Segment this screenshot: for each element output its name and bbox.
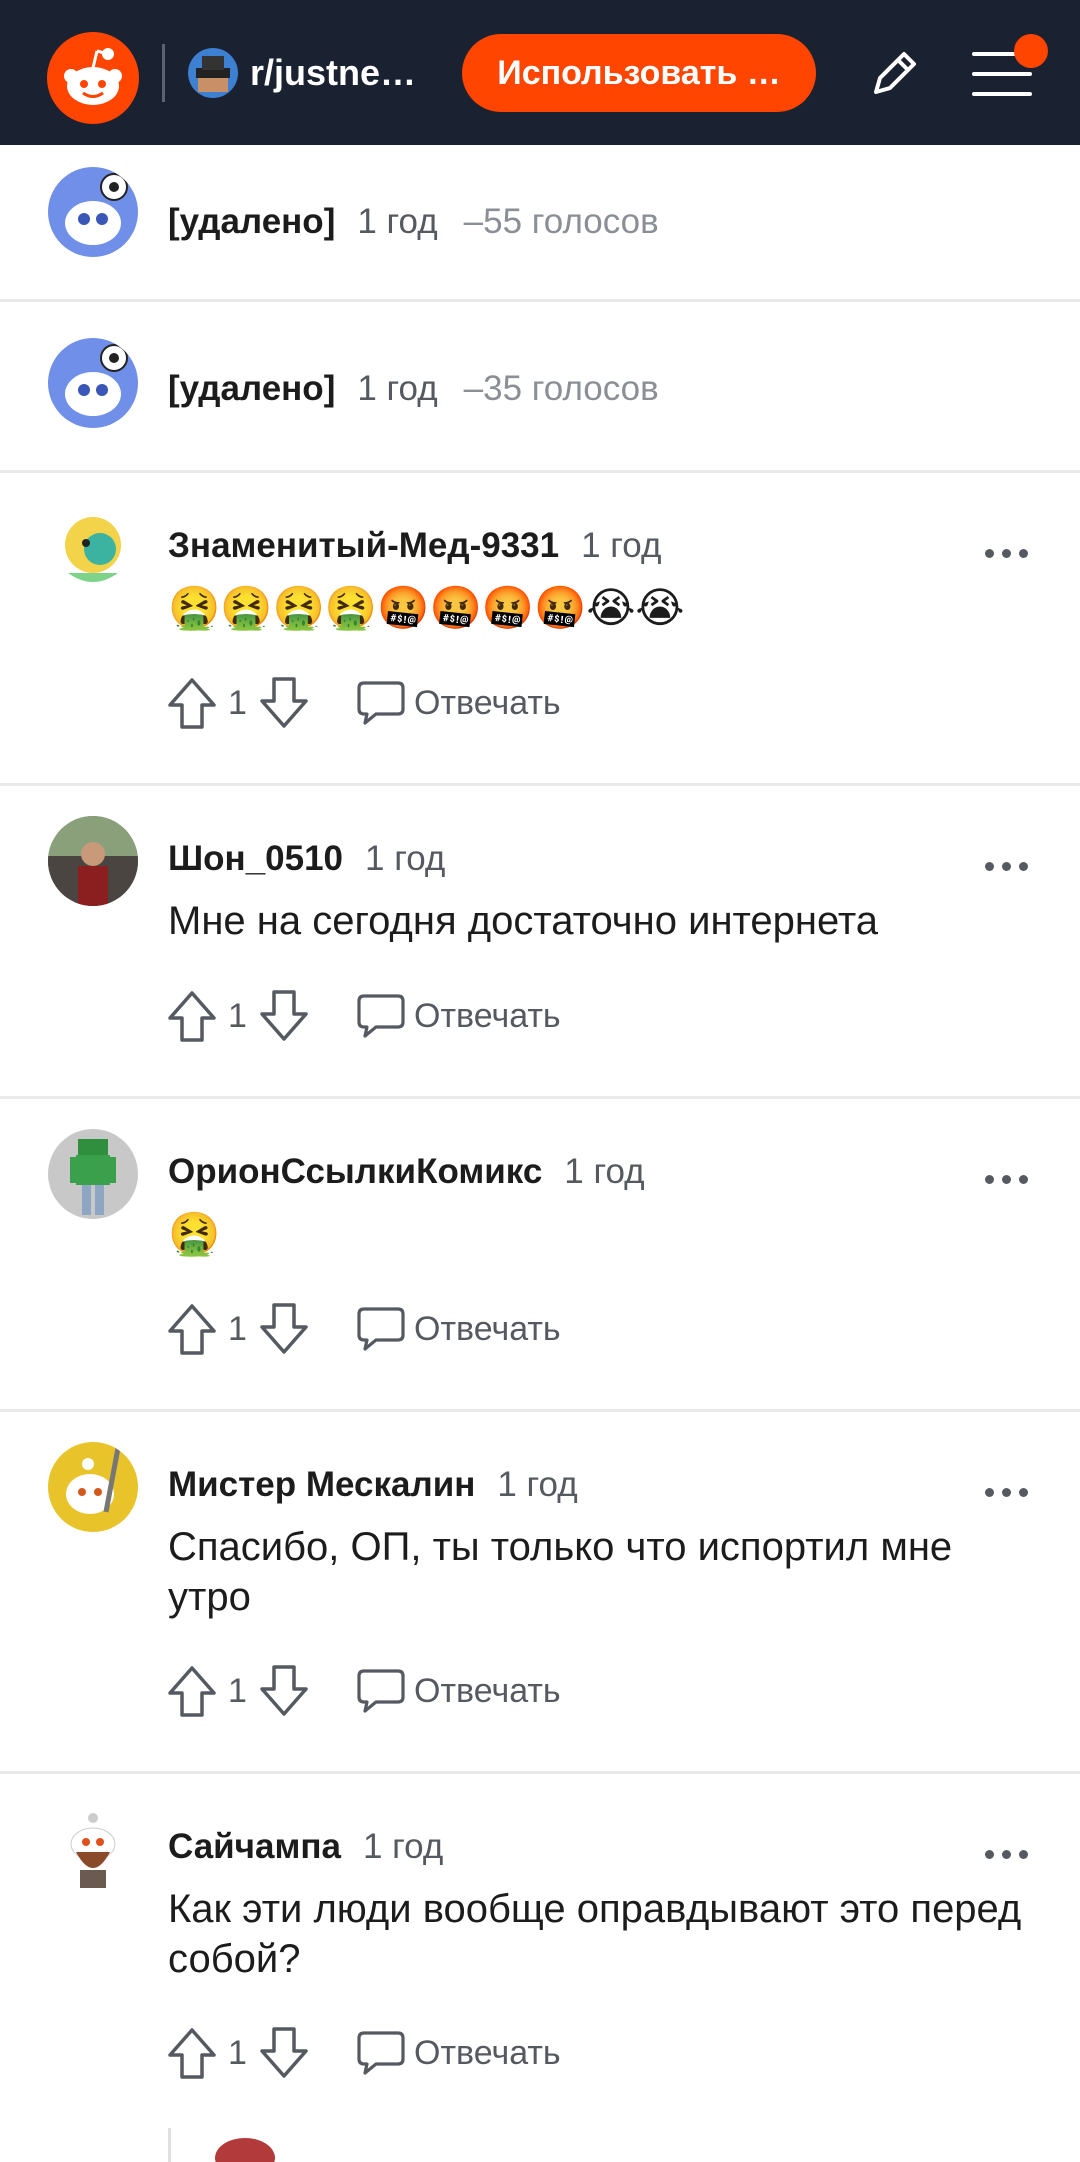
upvote-icon[interactable] [166, 675, 218, 731]
avatar[interactable] [48, 1804, 138, 1894]
comment-author[interactable]: [удалено] [168, 202, 335, 241]
reply-button[interactable]: Отвечать [356, 990, 596, 1042]
downvote-icon[interactable] [258, 2025, 310, 2081]
downvote-icon[interactable] [258, 988, 310, 1044]
reply-label: Отвечать [414, 997, 561, 1035]
downvote-icon[interactable] [258, 1663, 310, 1719]
comment-bubble-icon [357, 1307, 405, 1351]
comment-author[interactable]: Знаменитый-Мед-9331 [168, 526, 559, 565]
upvote-icon[interactable] [166, 1301, 218, 1357]
comment-time: 1 год [365, 839, 446, 878]
downvote-icon[interactable] [258, 1301, 310, 1357]
upvote-icon[interactable] [166, 1663, 218, 1719]
comment-author[interactable]: ОрионСсылкиКомикс [168, 1152, 542, 1191]
comment-time: 1 год [362, 1827, 444, 1866]
comment-body: 🤮 [168, 1209, 221, 1258]
avatar[interactable] [48, 338, 138, 428]
comment-meta: Шон_0510 1 год [168, 834, 445, 884]
comment-time: 1 год [357, 369, 438, 408]
header-divider [162, 44, 165, 102]
reddit-logo-icon[interactable] [47, 32, 139, 124]
comment-author[interactable]: [удалено] [168, 369, 335, 408]
comment-votes: –35 голосов [463, 369, 659, 408]
comment[interactable]: ОрионСсылкиКомикс 1 год 🤮 1 Отвечать [0, 1099, 1080, 1412]
comment[interactable]: Шон_0510 1 год Мне на сегодня достаточно … [0, 786, 1080, 1099]
vote-score: 1 [228, 2034, 247, 2072]
comment-meta: Сайчампа 1 год [168, 1822, 443, 1872]
comment-meta: [удалено] 1 год –55 голосов [168, 197, 659, 247]
vote-score: 1 [228, 997, 247, 1035]
thread-line [168, 2128, 171, 2162]
vote-score: 1 [228, 1310, 247, 1348]
subreddit-avatar[interactable] [188, 48, 238, 98]
comment-meta: ОрионСсылкиКомикс 1 год [168, 1147, 645, 1197]
upvote-icon[interactable] [166, 2025, 218, 2081]
comment-bubble-icon [357, 1669, 405, 1713]
subreddit-name[interactable]: r/justne… [250, 50, 430, 96]
vote-score: 1 [228, 1672, 247, 1710]
comment-meta: Знаменитый-Мед-9331 1 год [168, 521, 661, 571]
comment-time: 1 год [357, 202, 438, 241]
downvote-icon[interactable] [258, 675, 310, 731]
more-options-icon[interactable] [985, 1170, 1029, 1190]
avatar[interactable] [48, 167, 138, 257]
comment-deleted[interactable]: [удалено] 1 год –35 голосов [0, 302, 1080, 473]
more-options-icon[interactable] [985, 857, 1029, 877]
avatar[interactable] [48, 503, 138, 593]
comment-time: 1 год [581, 526, 662, 565]
top-app-bar: r/justne… Использовать … [0, 0, 1080, 145]
comment-author[interactable]: Шон_0510 [168, 839, 343, 878]
pencil-icon[interactable] [862, 44, 924, 106]
comment-time: 1 год [564, 1152, 645, 1191]
comment-body: Мне на сегодня достаточно интернета [168, 899, 879, 943]
comment-author[interactable]: Сайчампа [168, 1827, 341, 1866]
reply-label: Отвечать [414, 2034, 561, 2072]
comment-bubble-icon [357, 994, 405, 1038]
reply-label: Отвечать [414, 1672, 561, 1710]
comment-body: Спасибо, ОП, ты только что испортил мне … [168, 1525, 953, 1619]
reply-label: Отвечать [414, 684, 561, 722]
more-options-icon[interactable] [985, 544, 1029, 564]
more-options-icon[interactable] [985, 1483, 1029, 1503]
comment[interactable]: Мистер Мескалин 1 год Спасибо, ОП, ты тол… [0, 1412, 1080, 1774]
comment[interactable]: Знаменитый-Мед-9331 1 год 🤮🤮🤮🤮🤬🤬🤬🤬😭😭 1 От… [0, 473, 1080, 786]
use-app-button[interactable]: Использовать … [462, 34, 816, 112]
comment-bubble-icon [357, 2031, 405, 2075]
comment-body: Как эти люди вообще оправдывают это пере… [168, 1887, 1022, 1981]
comment-body: 🤮🤮🤮🤮🤬🤬🤬🤬😭😭 [168, 583, 685, 632]
comment-time: 1 год [497, 1465, 578, 1504]
comment-meta: Мистер Мескалин 1 год [168, 1460, 578, 1510]
reply-button[interactable]: Отвечать [356, 1665, 596, 1717]
comment-bubble-icon [357, 681, 405, 725]
menu-icon[interactable] [970, 34, 1048, 104]
vote-score: 1 [228, 684, 247, 722]
notification-dot [1014, 34, 1048, 68]
comment-votes: –55 голосов [463, 202, 659, 241]
comment[interactable]: Сайчампа 1 год Как эти люди вообще оправд… [0, 1774, 1080, 2162]
reply-button[interactable]: Отвечать [356, 2027, 596, 2079]
reply-button[interactable]: Отвечать [356, 677, 596, 729]
more-options-icon[interactable] [985, 1845, 1029, 1865]
comment-author[interactable]: Мистер Мескалин [168, 1465, 475, 1504]
reply-label: Отвечать [414, 1310, 561, 1348]
avatar[interactable] [48, 1129, 138, 1219]
avatar[interactable] [48, 816, 138, 906]
avatar[interactable] [48, 1442, 138, 1532]
comment-meta: [удалено] 1 год –35 голосов [168, 364, 659, 414]
comment-deleted[interactable]: [удалено] 1 год –55 голосов [0, 145, 1080, 302]
upvote-icon[interactable] [166, 988, 218, 1044]
reply-button[interactable]: Отвечать [356, 1303, 596, 1355]
